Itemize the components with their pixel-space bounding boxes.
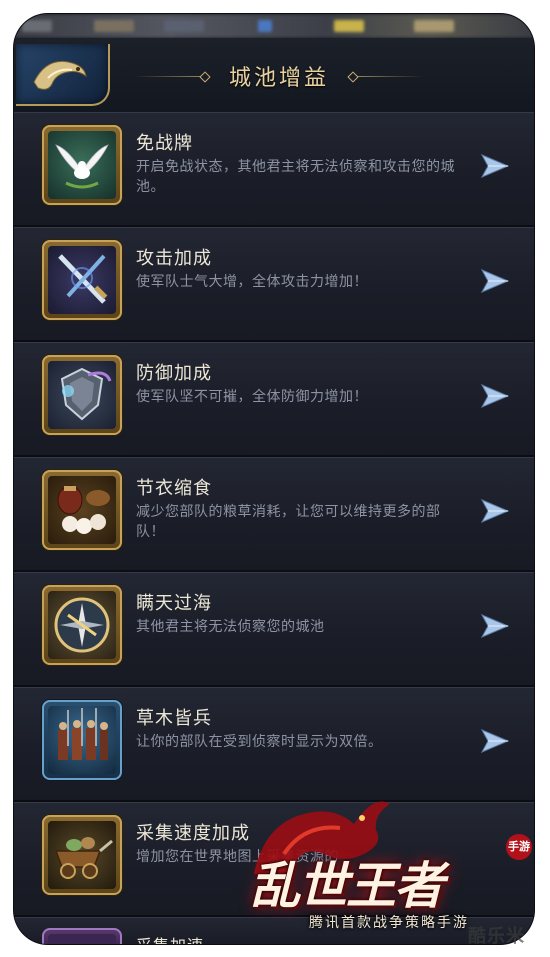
compass-map-icon [48,591,116,659]
item-icon-frame [42,700,122,780]
dragon-emblem-icon [33,60,87,90]
white-dove-icon [48,131,116,199]
buff-item-attack-bonus[interactable]: 攻击加成 使军队士气大增，全体攻击力增加！ [14,227,534,342]
arrow-right-icon[interactable] [480,498,510,524]
item-desc: 开启免战状态，其他君主将无法侦察和攻击您的城池。 [136,159,455,195]
arrow-right-icon[interactable] [480,613,510,639]
arrow-right-icon[interactable] [480,268,510,294]
item-icon-frame [42,470,122,550]
item-icon-frame [42,125,122,205]
item-name: 草木皆兵 [136,708,212,729]
buff-item-defense-bonus[interactable]: 防御加成 使军队坚不可摧，全体防御力增加！ [14,342,534,457]
item-icon-frame [42,240,122,320]
crossed-swords-icon [48,246,116,314]
resource-cart-icon [48,821,116,889]
buff-item-gather-boost[interactable]: 采集加速 [14,917,534,944]
buff-list: 免战牌 开启免战状态，其他君主将无法侦察和攻击您的城池。 攻击加成 使军队士气大… [14,112,534,944]
title-ornament-left [134,70,211,83]
item-name: 采集速度加成 [136,823,250,844]
item-name: 瞒天过海 [136,593,212,614]
item-desc: 其他君主将无法侦察您的城池 [136,619,325,635]
item-name: 采集加速 [136,932,204,944]
food-jar-buns-icon [48,476,116,544]
item-name: 节衣缩食 [136,478,212,499]
item-desc: 减少您部队的粮草消耗，让您可以维持更多的部队！ [136,504,441,540]
title-ornament-right [347,70,425,83]
buff-item-gather-speed[interactable]: 采集速度加成 增加您在世界地图上采集资源的 [14,802,534,917]
site-watermark: 酷乐米 [468,926,525,947]
item-name: 免战牌 [136,133,193,154]
arrow-right-icon[interactable] [480,383,510,409]
item-icon-frame [42,815,122,895]
item-desc: 使军队坚不可摧，全体防御力增加！ [136,389,368,405]
buff-item-anti-scout[interactable]: 瞒天过海 其他君主将无法侦察您的城池 [14,572,534,687]
buff-item-peace-shield[interactable]: 免战牌 开启免战状态，其他君主将无法侦察和攻击您的城池。 [14,112,534,227]
soldiers-group-icon [48,706,116,774]
buff-item-double-troops[interactable]: 草木皆兵 让你的部队在受到侦察时显示为双倍。 [14,687,534,802]
item-icon-frame [42,585,122,665]
item-desc: 增加您在世界地图上采集资源的 [136,849,339,865]
shield-armor-icon [48,361,116,429]
buff-item-food-saving[interactable]: 节衣缩食 减少您部队的粮草消耗，让您可以维持更多的部队！ [14,457,534,572]
back-button[interactable] [16,44,110,106]
status-bar [14,14,534,38]
item-icon-frame [42,928,122,944]
gather-boost-icon [48,934,116,944]
arrow-right-icon[interactable] [480,728,510,754]
screen-frame: 城池增益 免战牌 开启免战状态，其他君主将无法侦察和攻击您的城池。 攻击加成 使… [14,14,534,944]
item-icon-frame [42,355,122,435]
page-title: 城池增益 [229,66,330,91]
page-title-wrap: 城池增益 [134,48,425,104]
arrow-right-icon[interactable] [480,153,510,179]
item-name: 防御加成 [136,363,212,384]
item-name: 攻击加成 [136,248,212,269]
header-bar: 城池增益 [14,38,534,113]
item-desc: 让你的部队在受到侦察时显示为双倍。 [136,734,383,750]
item-desc: 使军队士气大增，全体攻击力增加！ [136,274,368,290]
